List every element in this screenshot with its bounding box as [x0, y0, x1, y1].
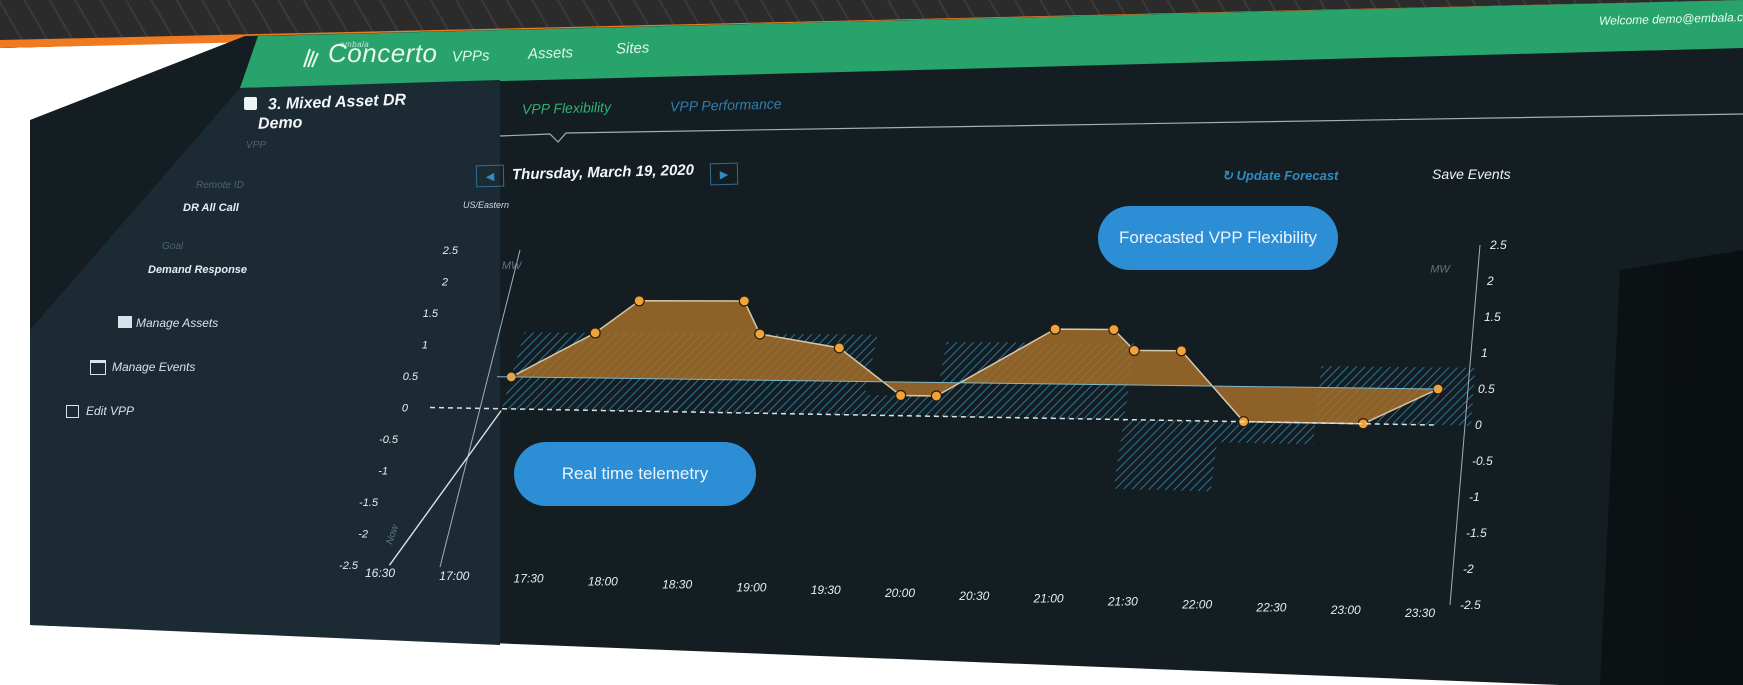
x-tick-label: 22:00	[1181, 597, 1212, 611]
forecast-point	[754, 328, 766, 340]
forecast-point	[1108, 323, 1120, 336]
y-left-tick-label: -1	[378, 466, 388, 478]
forecast-point	[833, 342, 845, 354]
x-tick-label: 17:30	[514, 572, 544, 586]
y-left-tick-label: 2.5	[442, 245, 459, 257]
y-left-tick-label: -0.5	[379, 434, 399, 446]
telemetry-annotation: Real time telemetry	[514, 442, 756, 506]
y-left-tick-label: -2	[358, 529, 368, 541]
now-label: Now	[384, 523, 401, 546]
y-right-tick-label: 0	[1475, 418, 1482, 432]
telemetry-block	[1113, 419, 1220, 492]
y-right-tick-label: -2.5	[1460, 598, 1481, 612]
forecast-point	[1128, 344, 1140, 356]
x-tick-label: 17:00	[439, 569, 469, 583]
forecast-point	[930, 390, 943, 402]
y-right-tick-label: -1	[1469, 490, 1480, 504]
y-left-tick-label: -1.5	[359, 497, 379, 509]
y-right-tick-label: -2	[1463, 562, 1474, 576]
x-tick-label: 21:00	[1033, 592, 1064, 606]
x-tick-label: 20:00	[884, 586, 915, 600]
y-right-tick-label: 1.5	[1484, 310, 1501, 324]
x-tick-label: 19:30	[811, 583, 841, 597]
y-left-unit-label: MW	[502, 260, 523, 272]
forecast-point	[1175, 345, 1188, 357]
y-right-tick-label: -1.5	[1466, 526, 1487, 540]
y-left-tick-label: 0	[402, 403, 409, 415]
y-left-tick-label: 1	[422, 340, 428, 352]
x-tick-label: 19:00	[736, 580, 766, 594]
x-tick-label: 23:00	[1330, 603, 1361, 617]
forecast-annotation: Forecasted VPP Flexibility	[1098, 206, 1338, 270]
forecast-point	[633, 295, 645, 307]
y-right-tick-label: 0.5	[1478, 382, 1495, 396]
x-tick-label: 21:30	[1107, 595, 1138, 609]
y-right-tick-label: 1	[1481, 346, 1488, 360]
x-tick-label: 22:30	[1255, 600, 1286, 614]
telemetry-block	[1216, 421, 1316, 445]
forecast-point	[738, 295, 750, 307]
x-tick-label: 23:30	[1404, 606, 1435, 620]
forecast-point	[895, 389, 907, 402]
x-tick-label: 20:30	[958, 589, 989, 603]
y-right-unit-label: MW	[1430, 264, 1451, 276]
forecast-point	[1049, 323, 1061, 335]
y-left-tick-label: 2	[441, 277, 448, 289]
y-right-tick-label: -0.5	[1472, 454, 1493, 468]
y-right-tick-label: 2	[1486, 274, 1494, 288]
now-line	[388, 410, 502, 566]
y-left-tick-label: -2.5	[339, 560, 359, 572]
axis-layer: 2.5 2 1.5 1 0.5 0 -0.5 -1 -1.5 -2 -2.5 2.5 2 1.5 1 0.5 0…	[339, 238, 1507, 620]
forecast-point	[589, 327, 601, 339]
y-left-tick-label: 0.5	[403, 371, 419, 383]
x-tick-label: 18:30	[662, 577, 692, 591]
flexibility-chart: 2.5 2 1.5 1 0.5 0 -0.5 -1 -1.5 -2 -2.5 2.5 2 1.5 1 0.5 0…	[339, 238, 1507, 620]
y-left-tick-label: 1.5	[423, 308, 439, 320]
y-right-tick-label: 2.5	[1489, 238, 1507, 252]
x-tick-label: 16:30	[365, 566, 395, 580]
x-tick-label: 18:00	[588, 575, 618, 589]
